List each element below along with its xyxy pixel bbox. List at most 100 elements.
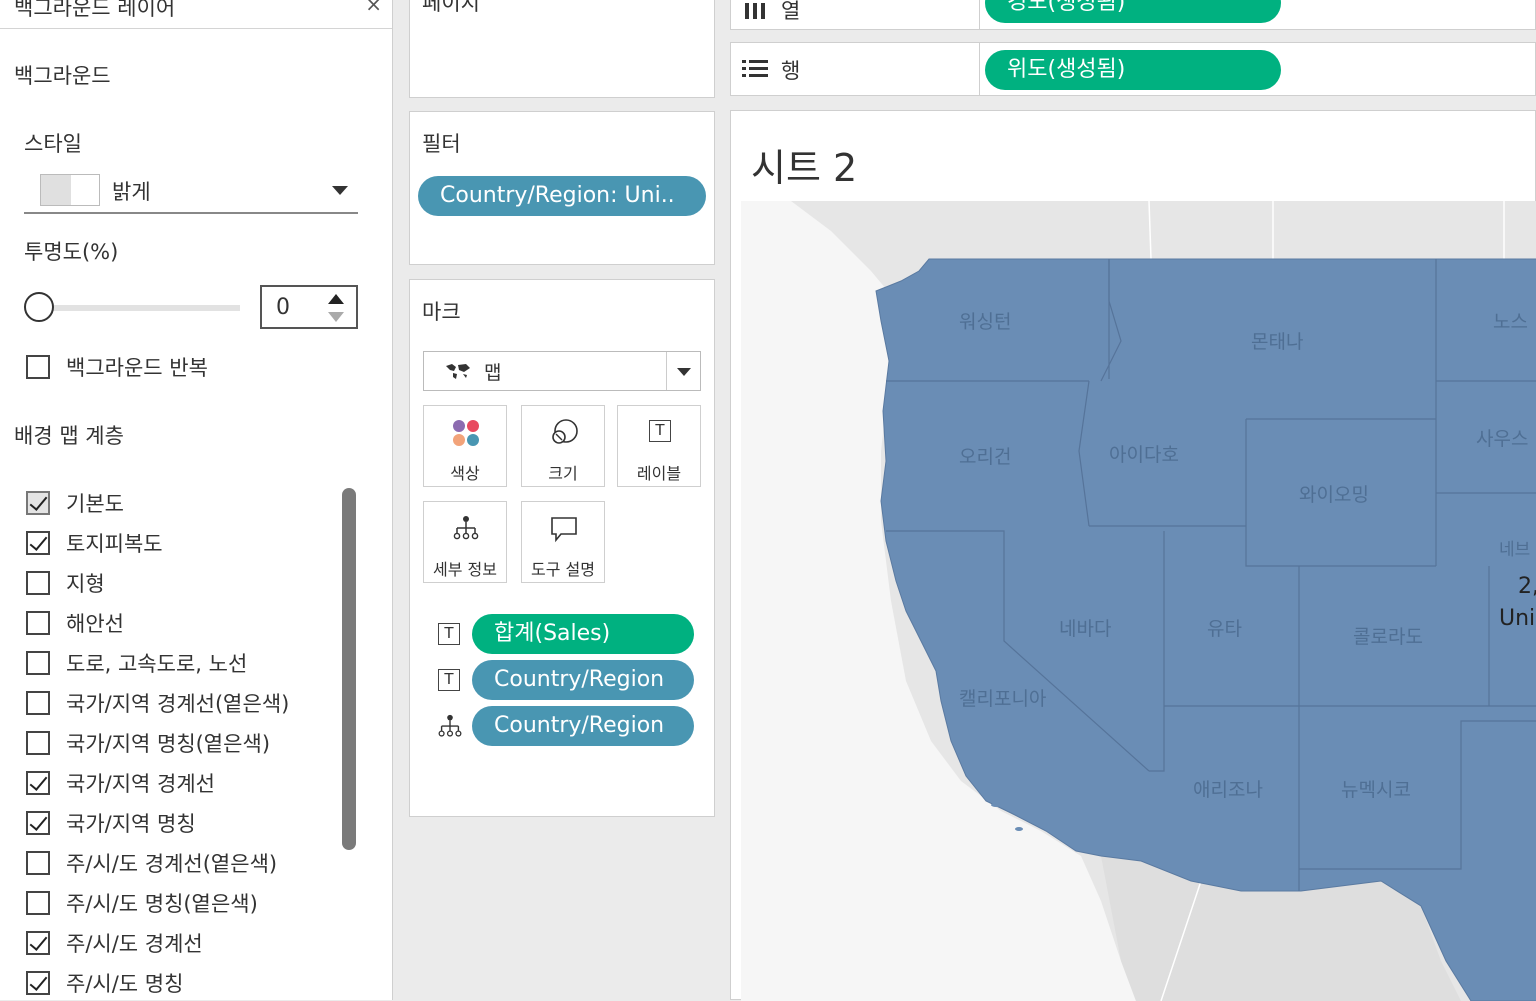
detail-button[interactable]: 세부 정보 — [423, 501, 507, 583]
style-label: 스타일 — [24, 132, 82, 156]
repeat-background-label: 백그라운드 반복 — [66, 356, 208, 380]
layer-checkbox[interactable] — [26, 851, 50, 875]
label-button-label: 레이블 — [636, 464, 682, 483]
layer-checkbox[interactable] — [26, 651, 50, 675]
layer-label: 국가/지역 명칭(옅은색) — [66, 732, 271, 756]
filter-pill-country-region[interactable]: Country/Region: Uni.. — [418, 176, 706, 216]
layer-label: 주/시/도 경계선(옅은색) — [66, 852, 278, 876]
background-section-title: 백그라운드 — [14, 64, 111, 88]
layer-checkbox[interactable] — [26, 731, 50, 755]
state-label-new-mexico: 뉴멕시코 — [1341, 779, 1411, 801]
opacity-label: 투명도(%) — [24, 240, 119, 264]
state-label-south-dakota: 사우스 — [1476, 428, 1528, 450]
layers-scrollbar[interactable] — [342, 488, 356, 850]
background-layers-panel: 백그라운드 레이어 × 백그라운드 스타일 밝게 투명도(%) 0 백그라운드 … — [0, 0, 393, 1000]
field-pill-country-region-label[interactable]: Country/Region — [472, 660, 694, 700]
state-label-nevada: 네바다 — [1059, 618, 1111, 640]
state-label-idaho: 아이다호 — [1109, 444, 1179, 466]
size-icon — [552, 419, 578, 444]
layer-label: 기본도 — [66, 492, 124, 516]
repeat-background-checkbox[interactable] — [26, 355, 50, 379]
tooltip-button-label: 도구 설명 — [531, 560, 595, 579]
map-layers-section-title: 배경 맵 계층 — [14, 424, 124, 448]
layer-checkbox[interactable] — [26, 531, 50, 555]
layer-label: 도로, 고속도로, 노선 — [66, 652, 248, 676]
rows-pill-latitude[interactable]: 위도(생성됨) — [985, 50, 1281, 90]
stepper-up-icon[interactable] — [328, 294, 344, 304]
panel-title: 백그라운드 레이어 — [14, 0, 176, 20]
state-label-utah: 유타 — [1207, 618, 1242, 640]
panel-header: 백그라운드 레이어 × — [0, 0, 392, 29]
sheet-title: 시트 2 — [751, 146, 858, 190]
color-button[interactable]: 색상 — [423, 405, 507, 487]
layer-checkbox[interactable] — [26, 491, 50, 515]
state-label-arizona: 애리조나 — [1193, 779, 1263, 801]
close-icon[interactable]: × — [365, 0, 382, 16]
filters-card[interactable]: 필터 Country/Region: Uni.. — [409, 111, 715, 265]
opacity-stepper[interactable]: 0 — [260, 285, 358, 329]
worksheet-view: 시트 2 워싱턴 몬태나 노스 오리건 아이다호 와이오밍 사우스 네브 네바다… — [730, 110, 1536, 1001]
detail-field-icon — [438, 714, 462, 737]
state-label-washington: 워싱턴 — [959, 311, 1011, 333]
rows-shelf[interactable]: 행 위도(생성됨) — [730, 42, 1536, 96]
map-canvas[interactable]: 워싱턴 몬태나 노스 오리건 아이다호 와이오밍 사우스 네브 네바다 유타 콜… — [741, 201, 1536, 1001]
state-label-california: 캘리포니아 — [959, 688, 1046, 710]
size-button[interactable]: 크기 — [521, 405, 605, 487]
detail-button-label: 세부 정보 — [433, 560, 497, 579]
state-label-colorado: 콜로라도 — [1353, 626, 1423, 648]
detail-icon — [453, 516, 479, 540]
layer-label: 국가/지역 명칭 — [66, 812, 196, 836]
field-pill-country-region-detail[interactable]: Country/Region — [472, 706, 694, 746]
columns-shelf[interactable]: 열 경도(생성됨) — [730, 0, 1536, 30]
layer-label: 지형 — [66, 572, 105, 596]
color-icon — [453, 420, 479, 446]
layer-checkbox[interactable] — [26, 971, 50, 995]
layer-label: 토지피복도 — [66, 532, 163, 556]
chevron-down-icon — [332, 186, 348, 195]
tooltip-button[interactable]: 도구 설명 — [521, 501, 605, 583]
map-icon — [446, 364, 470, 379]
state-label-north-dakota: 노스 — [1493, 311, 1528, 333]
filters-card-title: 필터 — [422, 132, 461, 156]
state-label-montana: 몬태나 — [1251, 331, 1303, 353]
state-label-oregon: 오리건 — [959, 446, 1011, 468]
pages-card-title: 페이지 — [422, 0, 480, 15]
marks-card-title: 마크 — [422, 300, 461, 324]
pages-card[interactable]: 페이지 — [409, 0, 715, 98]
size-button-label: 크기 — [548, 464, 578, 483]
style-swatch — [40, 174, 100, 206]
shelf-divider — [979, 0, 980, 29]
state-label-nebraska: 네브 — [1499, 540, 1530, 560]
mark-type-value: 맵 — [484, 362, 502, 384]
color-button-label: 색상 — [450, 464, 480, 483]
label-icon: T — [649, 420, 671, 442]
layer-checkbox[interactable] — [26, 571, 50, 595]
marks-card: 마크 맵 색상 크기 T 레이블 세부 정보 도구 설명 T 합계(Sales)… — [409, 279, 715, 817]
chevron-down-icon — [677, 368, 691, 376]
style-dropdown[interactable]: 밝게 — [24, 170, 358, 214]
mark-label-sales: 2, — [1518, 574, 1536, 599]
map-svg[interactable]: 워싱턴 몬태나 노스 오리건 아이다호 와이오밍 사우스 네브 네바다 유타 콜… — [741, 201, 1536, 1001]
layer-label: 주/시/도 명칭 — [66, 972, 184, 996]
layer-label: 주/시/도 명칭(옅은색) — [66, 892, 258, 916]
layer-checkbox[interactable] — [26, 931, 50, 955]
dropdown-divider — [666, 352, 667, 390]
rows-icon — [742, 60, 768, 77]
label-field-icon: T — [438, 669, 460, 691]
layer-checkbox[interactable] — [26, 691, 50, 715]
state-label-wyoming: 와이오밍 — [1299, 484, 1369, 506]
rows-shelf-label: 행 — [781, 59, 801, 83]
label-button[interactable]: T 레이블 — [617, 405, 701, 487]
layer-checkbox[interactable] — [26, 611, 50, 635]
layer-checkbox[interactable] — [26, 891, 50, 915]
layer-label: 국가/지역 경계선 — [66, 772, 215, 796]
mark-type-dropdown[interactable]: 맵 — [423, 351, 701, 391]
stepper-down-icon[interactable] — [328, 312, 344, 322]
layer-checkbox[interactable] — [26, 771, 50, 795]
field-pill-sum-sales[interactable]: 합계(Sales) — [472, 614, 694, 654]
opacity-slider-track[interactable] — [40, 305, 240, 311]
label-field-icon: T — [438, 623, 460, 645]
opacity-slider-thumb[interactable] — [24, 292, 54, 322]
columns-pill-longitude[interactable]: 경도(생성됨) — [985, 0, 1281, 23]
layer-checkbox[interactable] — [26, 811, 50, 835]
